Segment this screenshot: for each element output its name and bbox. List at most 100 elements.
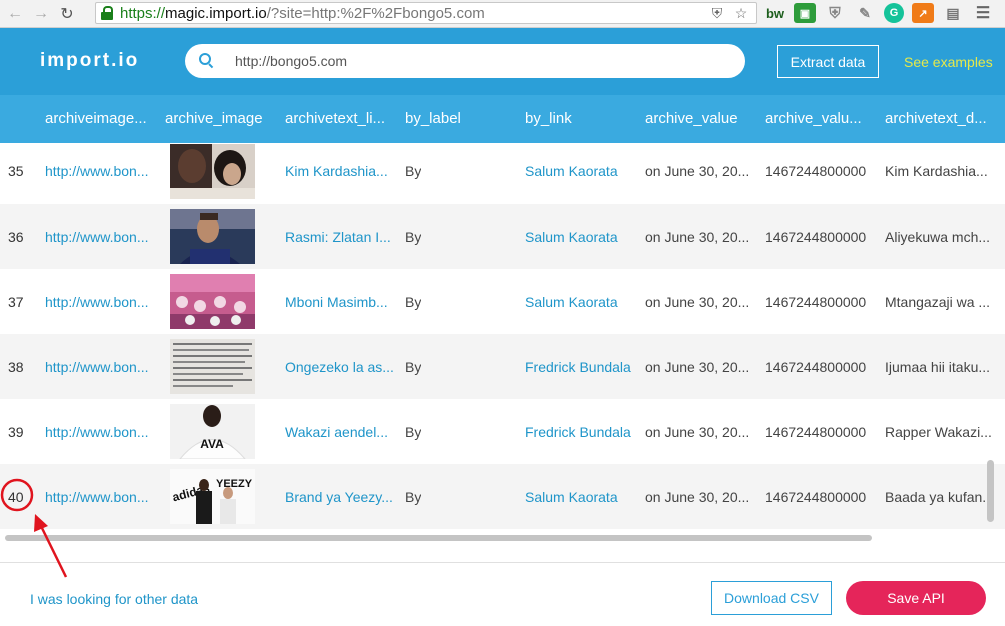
note-extension-icon[interactable]: ✎ [854, 3, 876, 23]
image-link[interactable]: http://www.bon... [45, 489, 157, 505]
author-link[interactable]: Salum Kaorata [525, 229, 640, 245]
url-path: /?site=http:%2F%2Fbongo5.com [266, 4, 485, 22]
image-link[interactable]: http://www.bon... [45, 294, 157, 310]
archive-description: Ijumaa hii itaku... [885, 359, 991, 375]
import-io-logo[interactable]: import.io [40, 50, 139, 72]
browser-toolbar: ← → ↻ https://magic.import.io/?site=http… [0, 0, 1005, 28]
thumbnail-image [170, 274, 255, 329]
title-link[interactable]: Wakazi aendel... [285, 424, 397, 440]
table-row: 35 http://www.bon... Kim Kardashia... By… [0, 143, 1005, 208]
by-label: By [405, 163, 422, 179]
row-number: 35 [8, 163, 24, 179]
see-examples-link[interactable]: See examples [904, 54, 993, 70]
image-link[interactable]: http://www.bon... [45, 424, 157, 440]
archive-description: Kim Kardashia... [885, 163, 988, 179]
image-link[interactable]: http://www.bon... [45, 359, 157, 375]
archive-timestamp: 1467244800000 [765, 489, 867, 505]
star-icon[interactable]: ☆ [732, 4, 750, 22]
footer-bar: I was looking for other data Download CS… [0, 562, 1005, 626]
table-row: 37 http://www.bon... Mboni Masimb... By … [0, 269, 1005, 334]
column-header-by-label[interactable]: by_label [405, 110, 515, 127]
save-api-button[interactable]: Save API [846, 581, 986, 615]
menu-icon[interactable]: ☰ [972, 3, 994, 23]
title-link[interactable]: Rasmi: Zlatan I... [285, 229, 397, 245]
thumbnail-image: AVA [170, 404, 255, 459]
table-row: 36 http://www.bon... Rasmi: Zlatan I... … [0, 204, 1005, 269]
archive-date: on June 30, 20... [645, 294, 750, 310]
title-link[interactable]: Brand ya Yeezy... [285, 489, 397, 505]
author-link[interactable]: Salum Kaorata [525, 294, 640, 310]
title-link[interactable]: Kim Kardashia... [285, 163, 397, 179]
table-row: 40 http://www.bon... adidas YEEZY Brand … [0, 464, 1005, 529]
by-label: By [405, 229, 422, 245]
archive-date: on June 30, 20... [645, 424, 750, 440]
app-header: import.io Extract data See examples [0, 28, 1005, 95]
url-input[interactable] [235, 53, 715, 69]
column-header-archive-image[interactable]: archive_image [165, 110, 275, 127]
archive-description: Rapper Wakazi... [885, 424, 992, 440]
vertical-scrollbar-thumb[interactable] [987, 460, 994, 522]
bw-extension-icon[interactable]: bw [764, 3, 786, 23]
author-link[interactable]: Salum Kaorata [525, 163, 640, 179]
shield-extension-icon[interactable]: ⛨ [824, 3, 846, 23]
url-host: magic.import.io [165, 4, 267, 22]
by-label: By [405, 424, 422, 440]
archive-date: on June 30, 20... [645, 359, 750, 375]
column-header-archiveimage[interactable]: archiveimage... [45, 110, 157, 127]
thumbnail-yeezy-text: YEEZY [216, 478, 253, 490]
author-link[interactable]: Salum Kaorata [525, 489, 640, 505]
address-bar[interactable]: https://magic.import.io/?site=http:%2F%2… [95, 2, 757, 24]
back-arrow-icon[interactable]: ← [4, 3, 26, 25]
archive-description: Baada ya kufan... [885, 489, 994, 505]
archive-description: Aliyekuwa mch... [885, 229, 991, 245]
column-header-archive-value-2[interactable]: archive_valu... [765, 110, 877, 127]
archive-description: Mtangazaji wa ... [885, 294, 991, 310]
image-link[interactable]: http://www.bon... [45, 163, 157, 179]
thumbnail-ava-text: AVA [200, 437, 224, 451]
column-header-archivetext-link[interactable]: archivetext_li... [285, 110, 395, 127]
chart-extension-icon[interactable]: ↗ [912, 3, 934, 23]
by-label: By [405, 359, 422, 375]
row-number: 40 [8, 489, 24, 505]
row-number: 38 [8, 359, 24, 375]
forward-arrow-icon[interactable]: → [30, 3, 52, 25]
lock-icon [100, 6, 114, 20]
archive-timestamp: 1467244800000 [765, 163, 867, 179]
title-link[interactable]: Ongezeko la as... [285, 359, 397, 375]
window-extension-icon[interactable]: ▤ [942, 3, 964, 23]
author-link[interactable]: Fredrick Bundala [525, 424, 640, 440]
table-header: archiveimage... archive_image archivetex… [0, 95, 1005, 143]
author-link[interactable]: Fredrick Bundala [525, 359, 640, 375]
shield-icon[interactable]: ⛨ [708, 4, 726, 22]
table-row: 39 http://www.bon... AVA Wakazi aendel..… [0, 399, 1005, 464]
row-number: 37 [8, 294, 24, 310]
extension-icons: bw ▣ ⛨ ✎ G ↗ ▤ ☰ [764, 3, 994, 23]
print-extension-icon[interactable]: ▣ [794, 3, 816, 23]
search-icon [199, 53, 215, 69]
title-link[interactable]: Mboni Masimb... [285, 294, 397, 310]
url-search-bar[interactable] [185, 44, 745, 78]
column-header-archivetext-d[interactable]: archivetext_d... [885, 110, 997, 127]
by-label: By [405, 489, 422, 505]
download-csv-button[interactable]: Download CSV [711, 581, 832, 615]
horizontal-scrollbar-thumb[interactable] [5, 535, 872, 541]
archive-timestamp: 1467244800000 [765, 294, 867, 310]
thumbnail-image [170, 339, 255, 394]
thumbnail-image: adidas YEEZY [170, 469, 255, 524]
grammarly-extension-icon[interactable]: G [884, 3, 904, 23]
reload-icon[interactable]: ↻ [56, 3, 78, 25]
other-data-link[interactable]: I was looking for other data [30, 591, 198, 607]
thumbnail-image [170, 209, 255, 264]
extract-data-button[interactable]: Extract data [777, 45, 879, 78]
archive-timestamp: 1467244800000 [765, 229, 867, 245]
table-row: 38 http://www.bon... Ongezeko la as... B… [0, 334, 1005, 399]
image-link[interactable]: http://www.bon... [45, 229, 157, 245]
column-header-archive-value[interactable]: archive_value [645, 110, 755, 127]
column-header-by-link[interactable]: by_link [525, 110, 635, 127]
archive-timestamp: 1467244800000 [765, 424, 867, 440]
archive-date: on June 30, 20... [645, 229, 750, 245]
archive-date: on June 30, 20... [645, 163, 750, 179]
row-number: 39 [8, 424, 24, 440]
table-body: 35 http://www.bon... Kim Kardashia... By… [0, 143, 1005, 530]
url-scheme: https:// [120, 4, 166, 22]
